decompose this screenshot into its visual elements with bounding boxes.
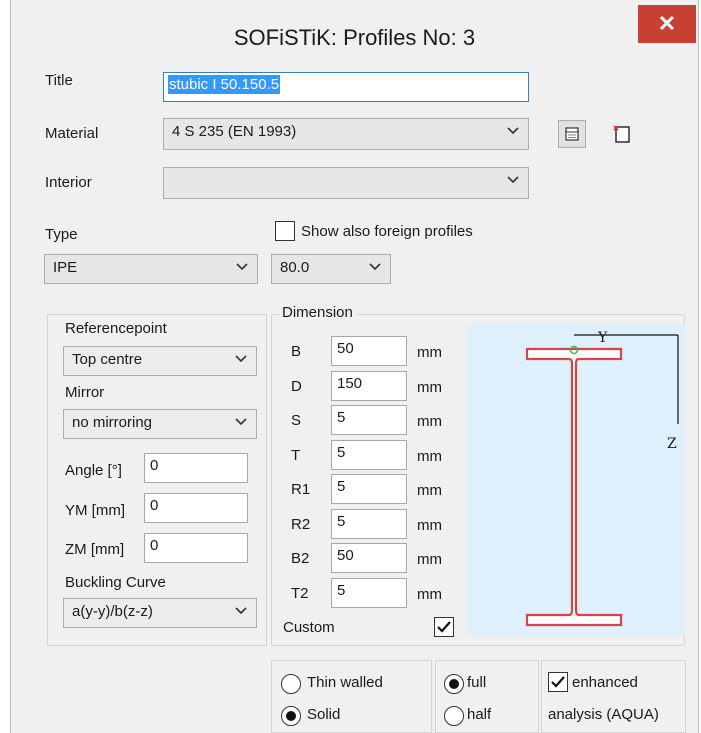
dimension-legend: Dimension [279, 304, 356, 321]
profile-outline [525, 347, 623, 627]
dimension-0-input[interactable]: 50 [331, 336, 407, 366]
buckling-curve-value: a(y-y)/b(z-z) [72, 603, 153, 620]
dimension-3-unit: mm [417, 448, 442, 465]
title-label: Title [45, 72, 73, 89]
enhanced-analysis-checkbox[interactable] [548, 672, 568, 692]
profiles-dialog: SOFiSTiK: Profiles No: 3 ✕ Title stubic … [10, 0, 699, 733]
dimension-3-label: T [291, 447, 301, 464]
dimension-5-input[interactable]: 5 [331, 509, 407, 539]
show-foreign-label: Show also foreign profiles [301, 223, 473, 240]
dimension-2-input[interactable]: 5 [331, 405, 407, 435]
interior-label: Interior [45, 174, 92, 191]
i-beam-drawing [525, 334, 679, 627]
buckling-curve-select[interactable]: a(y-y)/b(z-z) [63, 598, 257, 628]
dimension-1-unit: mm [417, 379, 442, 396]
solid-radio[interactable] [281, 706, 301, 726]
dimension-6-label: B2 [291, 550, 310, 567]
dimension-4-label: R1 [291, 481, 311, 498]
referencepoint-select[interactable]: Top centre [63, 346, 257, 376]
y-axis-label: Y [598, 330, 608, 346]
chevron-down-icon [507, 127, 519, 135]
zm-input[interactable]: 0 [144, 533, 248, 563]
title-bar: SOFiSTiK: Profiles No: 3 ✕ [11, 0, 698, 64]
chevron-down-icon [235, 607, 247, 615]
new-material-button[interactable] [608, 120, 636, 148]
thin-walled-label: Thin walled [307, 674, 383, 691]
new-document-icon [613, 125, 630, 143]
dimension-6-input[interactable]: 50 [331, 543, 407, 573]
referencepoint-label: Referencepoint [65, 320, 167, 337]
half-radio[interactable] [444, 706, 464, 726]
chevron-down-icon [507, 176, 519, 184]
show-foreign-checkbox[interactable] [275, 221, 295, 241]
dimension-4-input[interactable]: 5 [331, 474, 407, 504]
dimension-2-unit: mm [417, 413, 442, 430]
material-select[interactable]: 4 S 235 (EN 1993) [163, 118, 529, 150]
zm-label: ZM [mm] [65, 541, 125, 558]
dimension-7-unit: mm [417, 586, 442, 603]
dimension-6-unit: mm [417, 551, 442, 568]
full-radio[interactable] [444, 674, 464, 694]
dimension-4-unit: mm [417, 482, 442, 499]
enhanced-label: enhanced [572, 674, 638, 691]
referencepoint-value: Top centre [72, 351, 143, 368]
solid-label: Solid [307, 706, 341, 723]
material-label: Material [45, 125, 99, 142]
material-select-value: 4 S 235 (EN 1993) [172, 123, 297, 140]
dimension-3-input[interactable]: 5 [331, 440, 407, 470]
checkmark-icon [551, 676, 565, 688]
chevron-down-icon [236, 263, 248, 271]
z-axis-label: Z [667, 436, 677, 452]
full-label: full [467, 674, 487, 691]
close-icon: ✕ [657, 11, 677, 36]
dimension-0-label: B [291, 343, 302, 360]
material-browse-button[interactable] [558, 120, 586, 148]
mirror-select[interactable]: no mirroring [63, 409, 257, 439]
mirror-value: no mirroring [72, 414, 153, 431]
type-label: Type [45, 226, 78, 243]
ym-label: YM [mm] [65, 502, 125, 519]
title-input[interactable]: stubic I 50.150.5 [163, 72, 529, 102]
half-label: half [467, 706, 492, 723]
profile-size-value: 80.0 [280, 259, 310, 276]
dimension-7-input[interactable]: 5 [331, 578, 407, 608]
dimension-2-label: S [291, 412, 302, 429]
material-table-icon [565, 127, 579, 141]
dimension-1-input[interactable]: 150 [331, 371, 407, 401]
angle-label: Angle [°] [65, 462, 122, 479]
custom-checkbox[interactable] [434, 617, 454, 637]
title-input-value: stubic I 50.150.5 [168, 75, 281, 94]
chevron-down-icon [369, 263, 381, 271]
thin-walled-radio[interactable] [281, 674, 301, 694]
chevron-down-icon [235, 355, 247, 363]
type-select-value: IPE [53, 259, 78, 276]
window-title: SOFiSTiK: Profiles No: 3 [233, 25, 476, 50]
dimension-5-label: R2 [291, 516, 311, 533]
buckling-curve-label: Buckling Curve [65, 574, 166, 591]
angle-input[interactable]: 0 [144, 453, 248, 483]
dimension-1-label: D [291, 378, 302, 395]
chevron-down-icon [235, 418, 247, 426]
profile-size-select[interactable]: 80.0 [271, 254, 391, 284]
ym-input[interactable]: 0 [144, 493, 248, 523]
mirror-label: Mirror [65, 384, 105, 401]
profile-preview: Y Z [467, 324, 685, 636]
type-select[interactable]: IPE [44, 254, 258, 284]
checkmark-icon [437, 621, 451, 633]
custom-label: Custom [283, 619, 335, 636]
enhanced-analysis-label: analysis (AQUA) [548, 706, 659, 723]
interior-select[interactable] [163, 167, 529, 199]
dimension-5-unit: mm [417, 517, 442, 534]
dimension-0-unit: mm [417, 344, 442, 361]
close-button[interactable]: ✕ [638, 5, 696, 43]
dimension-7-label: T2 [291, 585, 309, 602]
